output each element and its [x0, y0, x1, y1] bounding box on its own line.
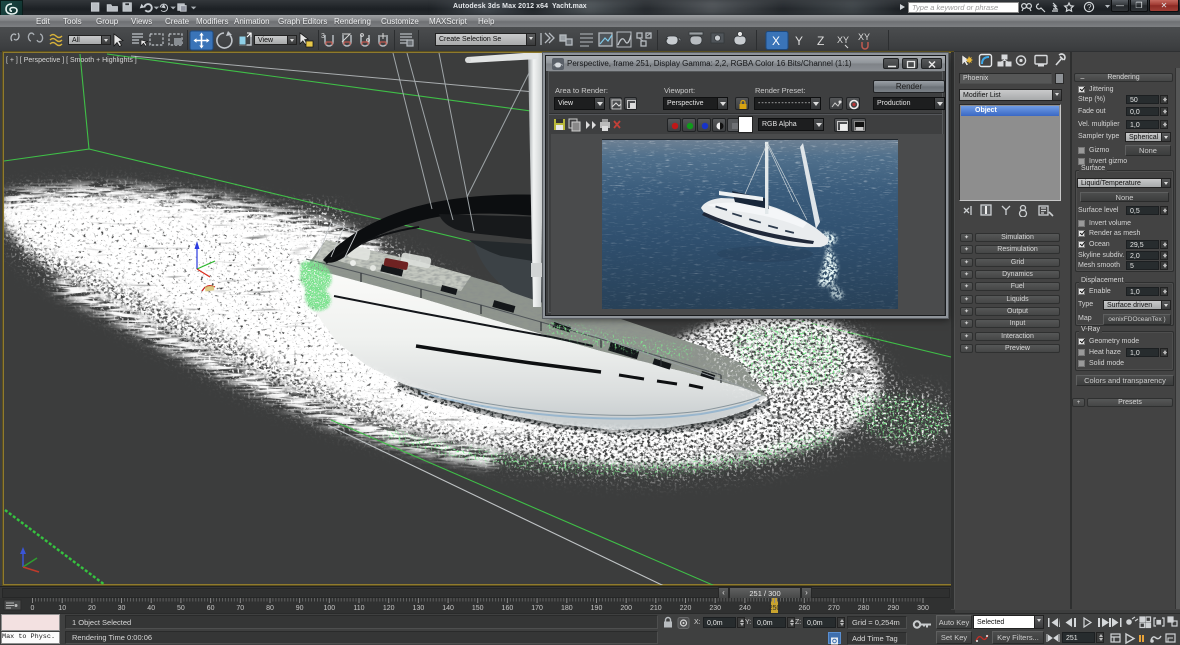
svg-text:250: 250: [769, 605, 781, 612]
svg-text:20: 20: [88, 605, 96, 612]
svg-text:290: 290: [887, 605, 899, 612]
svg-text:180: 180: [561, 605, 573, 612]
svg-text:130: 130: [413, 605, 425, 612]
svg-text:140: 140: [442, 605, 454, 612]
svg-text:90: 90: [296, 605, 304, 612]
svg-text:270: 270: [828, 605, 840, 612]
svg-text:80: 80: [266, 605, 274, 612]
svg-text:220: 220: [680, 605, 692, 612]
svg-text:210: 210: [650, 605, 662, 612]
svg-text:110: 110: [353, 605, 364, 612]
svg-text:300: 300: [917, 605, 929, 612]
svg-text:60: 60: [207, 605, 215, 612]
svg-text:10: 10: [58, 605, 66, 612]
svg-text:280: 280: [858, 605, 870, 612]
svg-text:0: 0: [31, 605, 35, 612]
svg-text:XY: XY: [858, 32, 870, 42]
svg-text:190: 190: [591, 605, 603, 612]
svg-text:3: 3: [321, 33, 325, 40]
svg-text:170: 170: [531, 605, 543, 612]
svg-text:Z: Z: [817, 34, 824, 48]
svg-text:240: 240: [739, 605, 751, 612]
svg-text:150: 150: [472, 605, 484, 612]
svg-text:40: 40: [147, 605, 155, 612]
svg-text:XY: XY: [837, 35, 849, 45]
svg-text:100: 100: [323, 605, 335, 612]
svg-text:?: ?: [1087, 3, 1092, 12]
svg-text:70: 70: [236, 605, 244, 612]
svg-text:200: 200: [620, 605, 632, 612]
svg-text:230: 230: [709, 605, 721, 612]
svg-text:160: 160: [502, 605, 514, 612]
svg-text:X: X: [772, 34, 780, 48]
svg-text:120: 120: [383, 605, 395, 612]
svg-text:50: 50: [177, 605, 185, 612]
svg-text:260: 260: [798, 605, 810, 612]
svg-text:Y: Y: [795, 34, 803, 48]
svg-text:30: 30: [118, 605, 126, 612]
